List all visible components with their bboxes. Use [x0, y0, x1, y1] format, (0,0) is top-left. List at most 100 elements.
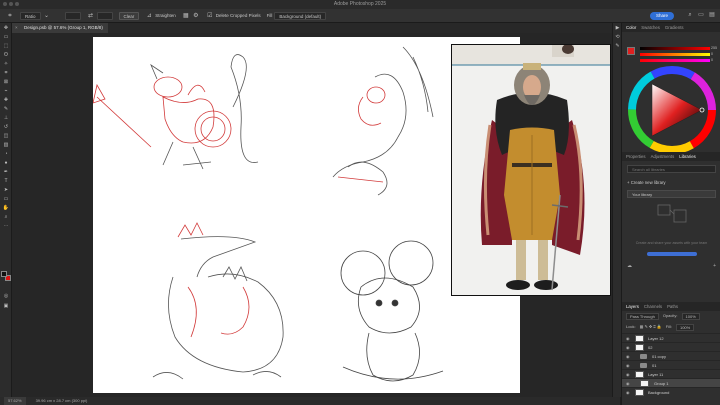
layer-row-selected[interactable]: ◉ Group 1 [622, 378, 720, 387]
foreground-color-swatch[interactable] [627, 47, 635, 55]
height-field[interactable] [96, 11, 113, 20]
window-controls[interactable] [3, 2, 19, 6]
color-panel: 255 0 0 [622, 32, 720, 160]
gradient-tool-icon[interactable]: ▥ [0, 140, 12, 149]
layer-row[interactable]: ◉ Background [622, 387, 720, 396]
visibility-eye-icon[interactable]: ◉ [626, 388, 630, 397]
right-panels: Color Swatches Gradients 255 0 0 Propert… [621, 23, 720, 405]
green-value[interactable]: 0 [711, 52, 713, 56]
zoom-level[interactable]: 57.62% [4, 397, 26, 405]
grid-overlay-icon[interactable]: ▦ [182, 12, 190, 20]
opacity-field[interactable]: 100% [681, 313, 700, 320]
library-search-input[interactable]: Search all libraries [627, 165, 716, 173]
frame-tool-icon[interactable]: ⊠ [0, 77, 12, 86]
tab-layers[interactable]: Layers [626, 302, 639, 311]
layer-row[interactable]: ◉ 01 [622, 360, 720, 369]
healing-brush-icon[interactable]: ✚ [0, 95, 12, 104]
blend-mode-select[interactable]: Pass Through [626, 313, 659, 320]
green-slider[interactable] [640, 53, 710, 56]
clear-button[interactable]: Clear [118, 11, 140, 20]
document-size[interactable]: 39.96 cm x 28.7 cm (300 ppi) [36, 397, 88, 405]
tab-libraries[interactable]: Libraries [679, 152, 695, 161]
sketch-mouse [340, 240, 444, 382]
dodge-tool-icon[interactable]: ● [0, 158, 12, 167]
create-library-button[interactable]: + Create new library [622, 177, 720, 188]
eraser-tool-icon[interactable]: ◫ [0, 131, 12, 140]
workspace-icon[interactable]: ▭ [697, 11, 705, 19]
gear-icon[interactable]: ⚙ [192, 12, 200, 20]
chevron-down-icon: ⌄ [44, 12, 50, 19]
shape-tool-icon[interactable]: ▭ [0, 194, 12, 203]
library-empty-text: Create and share your assets with your t… [635, 241, 708, 245]
lasso-tool-icon[interactable]: ʘ [0, 50, 12, 59]
pen-tool-icon[interactable]: ✒ [0, 167, 12, 176]
foreground-color-swatch[interactable] [1, 271, 7, 277]
tab-properties[interactable]: Properties [626, 152, 646, 161]
magic-wand-icon[interactable]: ✧ [0, 59, 12, 68]
screen-mode-icon[interactable]: ▣ [0, 301, 12, 310]
document-tab[interactable]: × Design.psb @ 57.6% (Group 1, RGB/8) [12, 23, 108, 33]
crop-tool-icon[interactable]: ⌗ [6, 12, 14, 20]
zoom-tool-icon[interactable]: ⌕ [0, 212, 12, 221]
library-action-button[interactable] [646, 252, 697, 256]
library-select[interactable]: Your library [627, 190, 716, 198]
layer-row[interactable]: ◉ 01 copy [622, 351, 720, 360]
tab-paths[interactable]: Paths [667, 302, 678, 311]
layer-row[interactable]: ◉ Layer 11 [622, 369, 720, 378]
search-icon[interactable]: ⌕ [686, 11, 694, 19]
tab-color[interactable]: Color [626, 23, 636, 32]
reference-photo[interactable] [451, 44, 611, 296]
layer-lock-bar: Lock: ▦ ✎ ✥ ⌗ 🔒 Fill: 100% [622, 322, 720, 333]
ratio-select[interactable]: Ratio [20, 11, 41, 20]
hand-tool-icon[interactable]: ✋ [0, 203, 12, 212]
library-panel-tabs: Properties Adjustments Libraries [622, 152, 720, 161]
history-brush-icon[interactable]: ↺ [0, 122, 12, 131]
tab-adjustments[interactable]: Adjustments [651, 152, 675, 161]
stamp-tool-icon[interactable]: ⊥ [0, 113, 12, 122]
create-library-label: Create new library [630, 180, 666, 185]
folder-icon [640, 363, 647, 368]
tab-swatches[interactable]: Swatches [641, 23, 660, 32]
color-panel-tabs: Color Swatches Gradients [622, 23, 720, 32]
path-select-icon[interactable]: ➤ [0, 185, 12, 194]
blur-tool-icon[interactable]: ◔ [0, 149, 12, 158]
opacity-label: Opacity: [662, 313, 678, 318]
move-tool-icon[interactable]: ✥ [0, 23, 12, 32]
red-slider[interactable] [640, 47, 710, 50]
title-bar: Adobe Photoshop 2025 [0, 0, 720, 9]
layer-row[interactable]: ◉ 02 [622, 342, 720, 351]
marquee-tool-icon[interactable]: ⬚ [0, 41, 12, 50]
close-icon[interactable]: × [15, 23, 18, 33]
tab-gradients[interactable]: Gradients [665, 23, 684, 32]
type-tool-icon[interactable]: T [0, 176, 12, 185]
crop-tool-icon[interactable]: ⌗ [0, 68, 12, 77]
artboard-tool-icon[interactable]: ▭ [0, 32, 12, 41]
straighten-label[interactable]: Straighten [155, 13, 176, 18]
layer-row[interactable]: ◉ Layer 12 [622, 333, 720, 342]
fill-select[interactable]: Background (default) [274, 11, 327, 20]
fill-field[interactable]: 100% [675, 324, 695, 331]
fill-label: Fill [266, 13, 273, 18]
lock-icons[interactable]: ▦ ✎ ✥ ⌗ 🔒 [640, 324, 662, 331]
status-bar: 57.62% 39.96 cm x 28.7 cm (300 ppi) [0, 397, 620, 405]
blue-value[interactable]: 0 [711, 58, 713, 62]
color-wheel[interactable] [622, 64, 720, 159]
delete-cropped-label[interactable]: Delete Cropped Pixels [216, 13, 261, 18]
checkbox-icon[interactable]: ☑ [206, 12, 214, 20]
arrange-icon[interactable]: ▤ [708, 11, 716, 19]
blue-slider[interactable] [640, 59, 710, 62]
color-swatches[interactable] [1, 271, 11, 283]
add-icon[interactable]: + [713, 263, 716, 269]
brush-tool-icon[interactable]: ✎ [0, 104, 12, 113]
straighten-icon[interactable]: ⊿ [145, 12, 153, 20]
width-field[interactable] [64, 11, 81, 20]
more-tools-icon[interactable]: ⋯ [0, 221, 12, 230]
lock-label: Lock: [626, 324, 636, 329]
quick-mask-icon[interactable]: ◎ [0, 291, 12, 300]
share-button[interactable]: Share [649, 12, 674, 20]
cloud-icon[interactable]: ☁ [627, 263, 632, 269]
red-value[interactable]: 255 [711, 46, 717, 50]
tab-channels[interactable]: Channels [644, 302, 662, 311]
eyedropper-icon[interactable]: ⌁ [0, 86, 12, 95]
swap-icon[interactable]: ⇄ [87, 12, 95, 20]
